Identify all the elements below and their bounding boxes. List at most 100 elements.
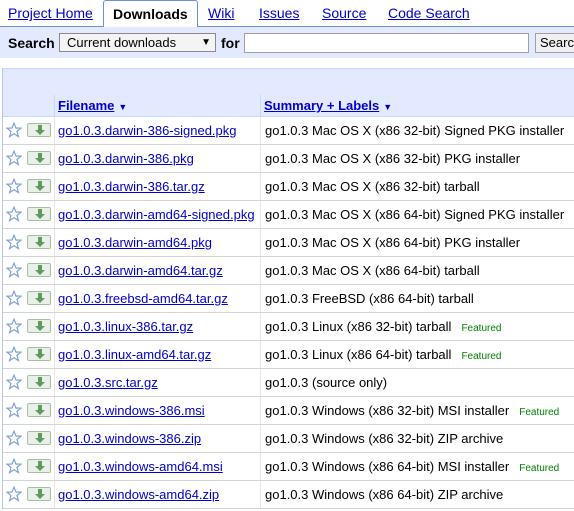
download-scope-select[interactable]: Current downloads ▼ [59,33,216,52]
featured-label[interactable]: Featured [461,351,501,362]
star-outline-icon[interactable] [6,178,22,194]
chevron-down-icon: ▼ [201,37,211,48]
download-arrow-icon[interactable] [27,179,51,193]
filename-cell: go1.0.3.freebsd-amd64.tar.gz [55,285,261,312]
tab-project-home[interactable]: Project Home [0,0,101,27]
download-file-link[interactable]: go1.0.3.darwin-amd64.tar.gz [58,263,223,278]
star-cell [3,201,25,228]
star-cell [3,229,25,256]
table-row: go1.0.3.darwin-386.tar.gz go1.0.3 Mac OS … [3,173,574,201]
filename-cell: go1.0.3.windows-386.zip [55,425,261,452]
filename-header-label: Filename [58,98,115,113]
download-file-link[interactable]: go1.0.3.darwin-386.tar.gz [58,179,205,194]
summary-cell: go1.0.3 Mac OS X (x86 32-bit) Signed PKG… [261,117,574,144]
tab-source[interactable]: Source [314,0,374,27]
download-arrow-icon[interactable] [27,207,51,221]
summary-cell: go1.0.3 Mac OS X (x86 32-bit) PKG instal… [261,145,574,172]
summary-cell: go1.0.3 Windows (x86 64-bit) ZIP archive [261,481,574,508]
table-row: go1.0.3.windows-amd64.zip go1.0.3 Windows… [3,481,574,509]
search-input[interactable] [244,33,529,53]
star-cell [3,145,25,172]
summary-cell: go1.0.3 FreeBSD (x86 64-bit) tarball [261,285,574,312]
table-row: go1.0.3.darwin-386.pkg go1.0.3 Mac OS X (… [3,145,574,173]
tab-wiki[interactable]: Wiki [200,0,242,27]
star-cell [3,425,25,452]
star-outline-icon[interactable] [6,346,22,362]
download-arrow-icon[interactable] [27,347,51,361]
star-outline-icon[interactable] [6,486,22,502]
featured-label[interactable]: Featured [461,323,501,334]
download-arrow-icon[interactable] [27,375,51,389]
download-cell [25,481,55,508]
download-cell [25,257,55,284]
featured-label[interactable]: Featured [519,407,559,418]
summary-text: go1.0.3 Windows (x86 64-bit) ZIP archive [265,487,504,502]
tab-downloads[interactable]: Downloads [103,0,198,28]
download-file-link[interactable]: go1.0.3.darwin-amd64-signed.pkg [58,207,255,222]
download-arrow-icon[interactable] [27,291,51,305]
filename-cell: go1.0.3.darwin-amd64.tar.gz [55,257,261,284]
table-row: go1.0.3.windows-amd64.msi go1.0.3 Windows… [3,453,574,481]
table-row: go1.0.3.windows-386.zip go1.0.3 Windows (… [3,425,574,453]
download-arrow-icon[interactable] [27,235,51,249]
star-outline-icon[interactable] [6,206,22,222]
summary-cell: go1.0.3 Linux (x86 64-bit) tarball Featur… [261,341,574,368]
download-arrow-icon[interactable] [27,459,51,473]
download-file-link[interactable]: go1.0.3.windows-386.zip [58,431,201,446]
star-outline-icon[interactable] [6,122,22,138]
tab-issues[interactable]: Issues [251,0,307,27]
star-outline-icon[interactable] [6,150,22,166]
download-file-link[interactable]: go1.0.3.windows-amd64.zip [58,487,219,502]
summary-column-header[interactable]: Summary + Labels ▼ [261,95,574,117]
filename-column-header[interactable]: Filename ▼ [55,95,261,117]
download-file-link[interactable]: go1.0.3.windows-amd64.msi [58,459,223,474]
downloads-table: Filename ▼ Summary + Labels ▼ go1.0.3.darw… [2,68,574,509]
for-label: for [221,35,240,51]
star-outline-icon[interactable] [6,402,22,418]
download-file-link[interactable]: go1.0.3.darwin-amd64.pkg [58,235,212,250]
download-file-link[interactable]: go1.0.3.windows-386.msi [58,403,205,418]
table-body: go1.0.3.darwin-386-signed.pkg go1.0.3 Mac… [3,117,574,509]
star-outline-icon[interactable] [6,234,22,250]
star-cell [3,453,25,480]
download-file-link[interactable]: go1.0.3.freebsd-amd64.tar.gz [58,291,228,306]
download-file-link[interactable]: go1.0.3.darwin-386.pkg [58,151,194,166]
summary-text: go1.0.3 Windows (x86 64-bit) MSI install… [265,459,510,474]
download-file-link[interactable]: go1.0.3.linux-amd64.tar.gz [58,347,211,362]
tab-code-search[interactable]: Code Search [380,0,478,27]
download-cell [25,285,55,312]
summary-cell: go1.0.3 Windows (x86 32-bit) MSI install… [261,397,574,424]
star-outline-icon[interactable] [6,430,22,446]
star-cell [3,173,25,200]
summary-cell: go1.0.3 Mac OS X (x86 64-bit) PKG instal… [261,229,574,256]
summary-cell: go1.0.3 Mac OS X (x86 32-bit) tarball [261,173,574,200]
download-arrow-icon[interactable] [27,151,51,165]
download-file-link[interactable]: go1.0.3.src.tar.gz [58,375,158,390]
table-row: go1.0.3.darwin-amd64.pkg go1.0.3 Mac OS X… [3,229,574,257]
featured-label[interactable]: Featured [519,463,559,474]
summary-text: go1.0.3 Mac OS X (x86 32-bit) Signed PKG… [265,123,565,138]
star-outline-icon[interactable] [6,262,22,278]
download-arrow-icon[interactable] [27,263,51,277]
star-outline-icon[interactable] [6,458,22,474]
download-file-link[interactable]: go1.0.3.linux-386.tar.gz [58,319,193,334]
download-arrow-icon[interactable] [27,487,51,501]
star-outline-icon[interactable] [6,290,22,306]
download-arrow-icon[interactable] [27,403,51,417]
star-outline-icon[interactable] [6,318,22,334]
download-arrow-icon[interactable] [27,319,51,333]
search-button[interactable]: Search [535,33,574,53]
download-cell [25,117,55,144]
star-outline-icon[interactable] [6,374,22,390]
download-file-link[interactable]: go1.0.3.darwin-386-signed.pkg [58,123,237,138]
filename-cell: go1.0.3.windows-amd64.zip [55,481,261,508]
table-row: go1.0.3.src.tar.gz go1.0.3 (source only) [3,369,574,397]
download-arrow-icon[interactable] [27,431,51,445]
star-cell [3,341,25,368]
filename-cell: go1.0.3.darwin-386.pkg [55,145,261,172]
summary-cell: go1.0.3 Mac OS X (x86 64-bit) tarball [261,257,574,284]
download-arrow-icon[interactable] [27,123,51,137]
star-cell [3,397,25,424]
summary-cell: go1.0.3 Mac OS X (x86 64-bit) Signed PKG… [261,201,574,228]
filename-cell: go1.0.3.windows-amd64.msi [55,453,261,480]
